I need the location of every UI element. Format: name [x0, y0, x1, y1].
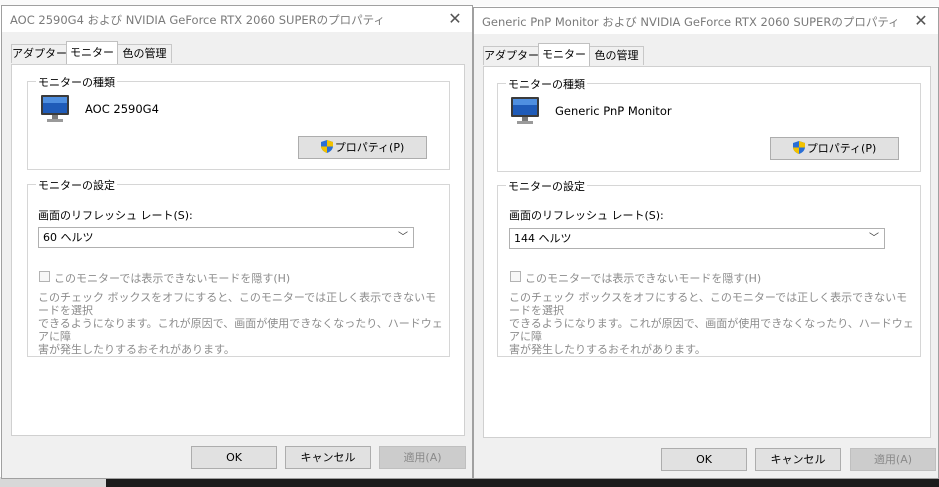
warning-line-2: できるようになります。これが原因で、画面が使用できなくなったり、ハードウェアに障	[509, 317, 914, 343]
monitor-settings-group: モニターの設定 画面のリフレッシュ レート(S): 144 ヘルツ ﹀ このモニ…	[497, 178, 921, 357]
monitor-name: AOC 2590G4	[85, 102, 159, 116]
monitor-name: Generic PnP Monitor	[555, 104, 672, 118]
hide-modes-label: このモニターでは表示できないモードを隠す(H)	[54, 272, 291, 285]
tab-adapter[interactable]: アダプター	[11, 44, 67, 63]
group-label: モニターの設定	[36, 177, 117, 193]
refresh-rate-label: 画面のリフレッシュ レート(S):	[509, 209, 664, 222]
tab-panel: モニターの種類 AOC 2590G4 プロパティ(P) モニターの設定 画面のリ…	[11, 64, 465, 436]
tab-panel: モニターの種類 Generic PnP Monitor プロパティ(P) モニタ…	[483, 66, 931, 438]
cancel-button[interactable]: キャンセル	[755, 448, 841, 471]
apply-button[interactable]: 適用(A)	[850, 448, 936, 471]
monitor-settings-group: モニターの設定 画面のリフレッシュ レート(S): 60 ヘルツ ﹀ このモニタ…	[27, 177, 450, 357]
close-icon: ✕	[448, 9, 462, 28]
group-label: モニターの種類	[506, 76, 587, 92]
monitor-icon	[41, 95, 69, 122]
ok-button[interactable]: OK	[191, 446, 277, 469]
monitor-type-group: モニターの種類 AOC 2590G4 プロパティ(P)	[27, 74, 450, 170]
chevron-down-icon: ﹀	[869, 233, 879, 244]
properties-button[interactable]: プロパティ(P)	[770, 137, 899, 160]
tab-color-management[interactable]: 色の管理	[589, 46, 644, 65]
tab-monitor[interactable]: モニター	[66, 41, 118, 64]
warning-line-3: 害が発生したりするおそれがあります。	[509, 343, 706, 356]
properties-button-label: プロパティ(P)	[334, 141, 405, 154]
refresh-rate-dropdown[interactable]: 144 ヘルツ ﹀	[509, 228, 885, 249]
title-bar[interactable]: AOC 2590G4 および NVIDIA GeForce RTX 2060 S…	[2, 6, 472, 32]
uac-shield-icon	[792, 141, 805, 154]
hide-modes-label: このモニターでは表示できないモードを隠す(H)	[525, 272, 762, 285]
window-title: AOC 2590G4 および NVIDIA GeForce RTX 2060 S…	[10, 13, 385, 27]
monitor-type-group: モニターの種類 Generic PnP Monitor プロパティ(P)	[497, 76, 921, 172]
warning-line-1: このチェック ボックスをオフにすると、このモニターでは正しく表示できないモードを…	[509, 291, 908, 317]
monitor-icon	[511, 97, 539, 124]
properties-dialog-generic-pnp: Generic PnP Monitor および NVIDIA GeForce R…	[473, 7, 939, 479]
warning-line-1: このチェック ボックスをオフにすると、このモニターでは正しく表示できないモードを…	[38, 291, 437, 317]
properties-button-label: プロパティ(P)	[806, 142, 877, 155]
properties-button[interactable]: プロパティ(P)	[298, 136, 427, 159]
warning-description: このチェック ボックスをオフにすると、このモニターでは正しく表示できないモードを…	[509, 291, 914, 356]
hide-modes-checkbox[interactable]	[510, 271, 521, 282]
apply-button[interactable]: 適用(A)	[379, 446, 466, 469]
ok-button[interactable]: OK	[661, 448, 747, 471]
title-bar[interactable]: Generic PnP Monitor および NVIDIA GeForce R…	[474, 8, 938, 34]
warning-line-2: できるようになります。これが原因で、画面が使用できなくなったり、ハードウェアに障	[38, 317, 443, 343]
warning-line-3: 害が発生したりするおそれがあります。	[38, 343, 235, 356]
properties-dialog-aoc: AOC 2590G4 および NVIDIA GeForce RTX 2060 S…	[1, 5, 473, 479]
refresh-rate-label: 画面のリフレッシュ レート(S):	[38, 209, 193, 222]
chevron-down-icon: ﹀	[398, 232, 408, 243]
hide-modes-checkbox[interactable]	[39, 271, 50, 282]
cancel-button[interactable]: キャンセル	[285, 446, 371, 469]
uac-shield-icon	[320, 140, 333, 153]
warning-description: このチェック ボックスをオフにすると、このモニターでは正しく表示できないモードを…	[38, 291, 443, 356]
refresh-rate-dropdown[interactable]: 60 ヘルツ ﹀	[38, 227, 414, 248]
group-label: モニターの設定	[506, 178, 587, 194]
close-button[interactable]: ✕	[444, 8, 466, 30]
close-button[interactable]: ✕	[910, 10, 932, 32]
refresh-rate-value: 144 ヘルツ	[514, 232, 572, 245]
tab-color-management[interactable]: 色の管理	[117, 44, 172, 63]
tab-monitor[interactable]: モニター	[538, 43, 590, 66]
tab-adapter[interactable]: アダプター	[483, 46, 539, 65]
group-label: モニターの種類	[36, 74, 117, 90]
refresh-rate-value: 60 ヘルツ	[43, 231, 94, 244]
window-title: Generic PnP Monitor および NVIDIA GeForce R…	[482, 15, 900, 29]
close-icon: ✕	[914, 11, 928, 30]
